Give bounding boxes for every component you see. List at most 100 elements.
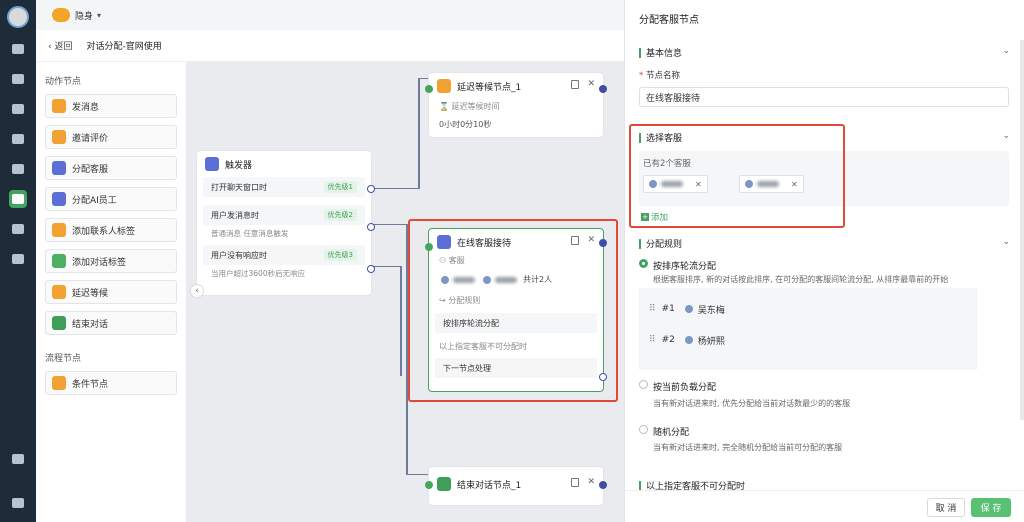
flow-section-title: 流程节点 xyxy=(45,354,82,364)
branch-icon xyxy=(52,376,66,390)
node-title: 结束对话节点_1 xyxy=(457,480,522,491)
apps-icon[interactable] xyxy=(9,450,27,468)
connector-line xyxy=(400,266,402,376)
delay-field-label: ⌛ 延迟等候时间 xyxy=(439,102,500,111)
gear-icon[interactable] xyxy=(9,494,27,512)
input-port[interactable] xyxy=(425,85,433,93)
node-title: 延迟等候节点_1 xyxy=(457,82,522,93)
status-badge-icon xyxy=(52,8,70,22)
chevron-down-icon[interactable]: ⌄ xyxy=(1002,46,1010,56)
priority-badge: 优先级1 xyxy=(323,181,357,193)
ranking-row[interactable]: ⠿ #2 杨妍熙 xyxy=(639,326,977,354)
drag-handle-icon[interactable]: ⠿ xyxy=(649,304,656,314)
chevron-down-icon[interactable]: ▾ xyxy=(97,11,101,20)
option-desc: 当有新对话进来时, 优先分配给当前对话数最少的的客服 xyxy=(653,399,851,408)
save-button[interactable]: 保 存 xyxy=(971,498,1011,517)
trigger-sub: 普通消息 任意消息触发 xyxy=(211,229,289,238)
output-port[interactable] xyxy=(599,481,607,489)
scrollbar[interactable] xyxy=(1020,40,1024,420)
node-name-input[interactable]: 在线客服接待 xyxy=(639,87,1009,107)
priority-badge: 优先级2 xyxy=(323,209,357,221)
output-port[interactable] xyxy=(367,185,375,193)
option-label[interactable]: 按当前负载分配 xyxy=(653,380,716,393)
account-status[interactable]: 隐身 xyxy=(75,9,93,22)
highlight-box xyxy=(629,124,845,228)
monitor-icon[interactable] xyxy=(9,100,27,118)
chevron-down-icon[interactable]: ⌄ xyxy=(1002,237,1010,247)
option-label[interactable]: 随机分配 xyxy=(653,425,689,438)
trigger-node[interactable]: 触发器 打开聊天窗口时 优先级1 用户发消息时 优先级2 普通消息 任意消息触发 用… xyxy=(196,150,375,296)
section-rules[interactable]: 分配规则 xyxy=(639,237,682,250)
trigger-row[interactable]: 打开聊天窗口时 优先级1 xyxy=(203,177,365,197)
output-port[interactable] xyxy=(599,85,607,93)
panel-title: 分配客服节点 xyxy=(639,15,699,26)
delay-node[interactable]: 延迟等候节点_1 ✕ ⌛ 延迟等候时间 0小时0分10秒 xyxy=(425,72,607,138)
close-icon[interactable]: ✕ xyxy=(587,79,595,89)
ranking-row[interactable]: ⠿ #1 吴东梅 xyxy=(639,295,977,323)
delay-value: 0小时0分10秒 xyxy=(439,120,492,129)
target-icon[interactable] xyxy=(9,250,27,268)
connector-line xyxy=(406,474,428,475)
name-field-label: * 节点名称 xyxy=(639,71,680,81)
sparkle-icon xyxy=(205,157,219,171)
check-circle-icon xyxy=(52,316,66,330)
palette-item-send-message[interactable]: 发消息 xyxy=(45,94,177,118)
copy-icon[interactable] xyxy=(571,80,579,89)
option-desc: 根据客服排序, 新的对话按此排序, 在可分配的客服间轮流分配, 从排序最靠前的开… xyxy=(653,275,949,284)
radio-random[interactable] xyxy=(639,425,648,434)
priority-badge: 优先级3 xyxy=(323,249,357,261)
collapse-palette-button[interactable]: ‹ xyxy=(190,284,204,298)
trigger-row[interactable]: 用户没有响应时 优先级3 xyxy=(203,245,365,265)
back-button[interactable]: ‹ 返回 xyxy=(48,39,72,52)
action-section-title: 动作节点 xyxy=(45,77,82,87)
flow-title: 对话分配-官网使用 xyxy=(86,42,162,52)
config-panel: 分配客服节点 基本信息 ⌄ * 节点名称 在线客服接待 选择客服 ⌄ 已有2个客… xyxy=(624,0,1024,522)
connector-line xyxy=(418,78,428,79)
history-icon[interactable] xyxy=(9,70,27,88)
palette-item-assign-ai[interactable]: 分配AI员工 xyxy=(45,187,177,211)
app-logo-icon[interactable] xyxy=(7,6,29,28)
palette-item-chat-tag[interactable]: 添加对话标签 xyxy=(45,249,177,273)
stats-icon[interactable] xyxy=(9,160,27,178)
output-port[interactable] xyxy=(367,223,375,231)
avatar xyxy=(684,336,693,344)
output-port[interactable] xyxy=(367,265,375,273)
option-label[interactable]: 按排序轮流分配 xyxy=(653,259,716,272)
node-title: 触发器 xyxy=(225,160,253,171)
agent-icon xyxy=(52,161,66,175)
flow-icon[interactable] xyxy=(9,190,27,208)
contacts-icon[interactable] xyxy=(9,130,27,148)
palette-item-invite-rating[interactable]: 邀请评价 xyxy=(45,125,177,149)
tag-icon xyxy=(52,254,66,268)
palette-item-assign-agent[interactable]: 分配客服 xyxy=(45,156,177,180)
avatar xyxy=(684,305,693,313)
section-basic[interactable]: 基本信息 xyxy=(639,46,682,59)
drag-handle-icon[interactable]: ⠿ xyxy=(649,335,656,345)
trigger-row[interactable]: 用户发消息时 优先级2 xyxy=(203,205,365,225)
message-icon xyxy=(52,99,66,113)
palette-item-contact-tag[interactable]: 添加联系人标签 xyxy=(45,218,177,242)
chat-icon[interactable] xyxy=(9,40,27,58)
palette-item-delay[interactable]: 延迟等候 xyxy=(45,280,177,304)
tag-icon xyxy=(52,223,66,237)
back-label: 返回 xyxy=(54,42,73,52)
palette-item-condition[interactable]: 条件节点 xyxy=(45,371,177,395)
end-chat-node[interactable]: 结束对话节点_1 ✕ xyxy=(425,466,607,506)
palette-item-end-chat[interactable]: 结束对话 xyxy=(45,311,177,335)
input-port[interactable] xyxy=(425,481,433,489)
clock-icon xyxy=(437,79,451,93)
copy-icon[interactable] xyxy=(571,478,579,487)
cancel-button[interactable]: 取 消 xyxy=(927,498,965,517)
highlight-box xyxy=(408,219,618,402)
flow-canvas[interactable]: 延迟等候节点_1 ✕ ⌛ 延迟等候时间 0小时0分10秒 触发器 打开聊天窗口时… xyxy=(186,62,624,522)
icon-rail xyxy=(0,0,36,522)
close-icon[interactable]: ✕ xyxy=(587,477,595,487)
panel-footer: 取 消 保 存 xyxy=(625,490,1024,522)
chevron-down-icon[interactable]: ⌄ xyxy=(1002,131,1010,141)
connector-line xyxy=(418,78,420,188)
ai-icon[interactable] xyxy=(9,220,27,238)
flow-header: ‹ 返回 对话分配-官网使用 xyxy=(36,30,624,62)
radio-round-robin[interactable] xyxy=(639,259,648,268)
robot-icon xyxy=(52,192,66,206)
radio-load-based[interactable] xyxy=(639,380,648,389)
